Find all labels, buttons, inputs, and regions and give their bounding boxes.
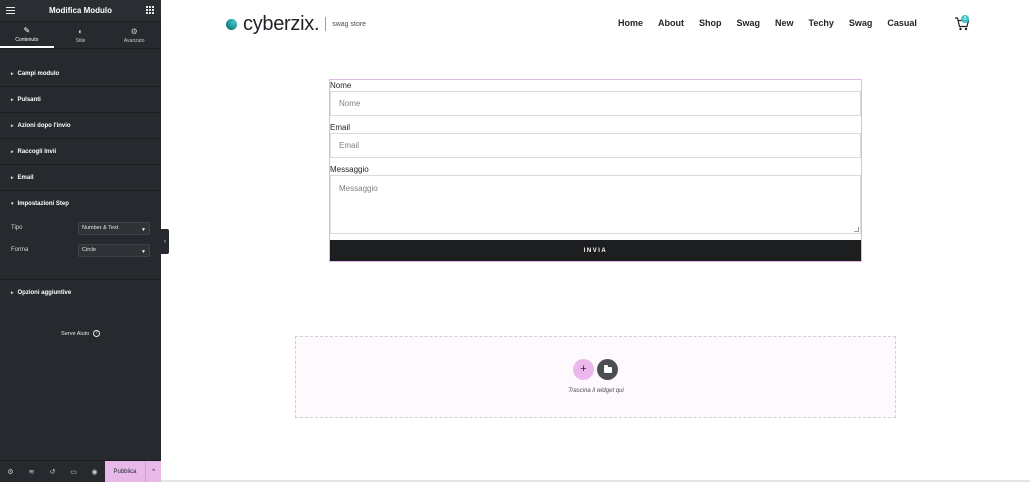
section-raccogli-invii[interactable]: ▸ Raccogli Invii — [0, 139, 161, 165]
tab-label: Stile — [75, 37, 86, 44]
chevron-down-icon: ▼ — [141, 226, 146, 233]
nav-techy[interactable]: Techy — [809, 18, 834, 28]
section-pulsanti[interactable]: ▸ Pulsanti — [0, 87, 161, 113]
forma-value: Circle — [82, 247, 97, 253]
section-label: Azioni dopo l'invio — [17, 122, 71, 129]
email-label: Email — [330, 123, 351, 132]
section-email[interactable]: ▸ Email — [0, 165, 161, 191]
panel-footer: ⚙ ≋ ↺ ▭ ◉ Pubblica ⌃ — [0, 460, 161, 482]
nav-swag[interactable]: Swag — [737, 18, 761, 28]
caret-right-icon: ▸ — [11, 70, 14, 77]
publish-button[interactable]: Pubblica — [105, 461, 145, 482]
question-icon: ? — [92, 330, 100, 337]
help-text: Serve Aiuto — [61, 330, 90, 337]
publish-options-icon[interactable]: ⌃ — [145, 461, 161, 482]
dropzone-text: Trascina il widget qui — [568, 388, 624, 394]
section-label: Opzioni aggiuntive — [17, 290, 72, 296]
section-opzioni-aggiuntive[interactable]: ▸ Opzioni aggiuntive — [0, 280, 161, 306]
section-label: Pulsanti — [17, 96, 41, 103]
control-forma: Forma Circle ▼ — [0, 243, 161, 257]
template-library-button[interactable] — [597, 359, 618, 380]
nav-swag-2[interactable]: Swag — [849, 18, 873, 28]
pencil-icon: ✎ — [23, 25, 31, 35]
form-widget[interactable]: Nome Nome Email Email Messaggio Messaggi… — [329, 79, 862, 262]
editor-app: Modifica Modulo ✎ Contenuto ◐ Stile ⚙ Av… — [0, 0, 1030, 482]
message-field[interactable]: Messaggio — [330, 175, 861, 234]
contrast-icon: ◐ — [78, 26, 83, 36]
section-label: Raccogli Invii — [17, 148, 57, 155]
widgets-grid-icon[interactable] — [146, 6, 154, 14]
name-placeholder: Nome — [339, 99, 361, 108]
resize-handle-icon[interactable] — [854, 227, 859, 232]
caret-down-icon: ▾ — [11, 201, 14, 207]
tipo-label: Tipo — [11, 225, 23, 231]
section-label: Campi modulo — [17, 70, 60, 77]
caret-right-icon: ▸ — [11, 148, 14, 155]
tab-stile[interactable]: ◐ Stile — [54, 23, 108, 48]
message-placeholder: Messaggio — [339, 184, 378, 193]
name-label: Nome — [330, 81, 352, 90]
email-placeholder: Email — [339, 141, 360, 150]
forma-select[interactable]: Circle ▼ — [78, 243, 150, 257]
chevron-down-icon: ▼ — [141, 248, 146, 255]
logo-divider — [325, 17, 327, 31]
caret-right-icon: ▸ — [11, 290, 14, 296]
tipo-select[interactable]: Number & Text ▼ — [78, 221, 150, 235]
nav-casual[interactable]: Casual — [887, 18, 917, 28]
caret-right-icon: ▸ — [11, 122, 14, 129]
caret-right-icon: ▸ — [11, 96, 14, 103]
submit-button[interactable]: INVIA — [330, 240, 861, 261]
name-field[interactable]: Nome — [330, 91, 861, 116]
tab-label: Avanzato — [123, 37, 145, 44]
logo-subtitle: swag store — [332, 20, 367, 28]
email-field[interactable]: Email — [330, 133, 861, 158]
caret-right-icon: ▸ — [11, 174, 14, 181]
settings-icon[interactable]: ⚙ — [0, 461, 21, 482]
logo-text: cyberzix. — [243, 12, 320, 35]
responsive-icon[interactable]: ▭ — [63, 461, 84, 482]
section-impostazioni-step[interactable]: ▾ Impostazioni Step — [0, 191, 161, 217]
panel-title: Modifica Modulo — [48, 6, 113, 15]
cart-count-badge: 0 — [961, 15, 969, 23]
section-label: Email — [17, 174, 34, 181]
control-tipo: Tipo Number & Text ▼ — [0, 221, 161, 235]
section-campi-modulo[interactable]: ▸ Campi modulo — [0, 61, 161, 87]
add-section-button[interactable]: + — [573, 359, 594, 380]
section-azioni-dopo-invio[interactable]: ▸ Azioni dopo l'invio — [0, 113, 161, 139]
panel-tabs: ✎ Contenuto ◐ Stile ⚙ Avanzato — [0, 23, 161, 49]
main-nav: Home About Shop Swag New Techy Swag Casu… — [618, 18, 932, 28]
preview-eye-icon[interactable]: ◉ — [84, 461, 105, 482]
section-label: Impostazioni Step — [17, 201, 69, 207]
gear-icon: ⚙ — [130, 26, 138, 36]
menu-icon[interactable] — [6, 7, 15, 14]
nav-about[interactable]: About — [658, 18, 684, 28]
layers-icon[interactable]: ≋ — [21, 461, 42, 482]
site-logo[interactable]: cyberzix. swag store — [226, 12, 366, 36]
tab-label: Contenuto — [15, 36, 39, 43]
tipo-value: Number & Text — [82, 225, 119, 231]
widget-dropzone[interactable]: + Trascina il widget qui — [295, 336, 896, 418]
collapse-panel-icon[interactable]: ‹ — [161, 229, 169, 254]
tab-avanzato[interactable]: ⚙ Avanzato — [107, 23, 161, 48]
history-icon[interactable]: ↺ — [42, 461, 63, 482]
tab-contenuto[interactable]: ✎ Contenuto — [0, 23, 54, 48]
nav-shop[interactable]: Shop — [699, 18, 722, 28]
forma-label: Forma — [11, 247, 29, 253]
nav-new[interactable]: New — [775, 18, 794, 28]
help-link[interactable]: Serve Aiuto ? — [0, 330, 161, 337]
nav-home[interactable]: Home — [618, 18, 643, 28]
editor-panel: Modifica Modulo ✎ Contenuto ◐ Stile ⚙ Av… — [0, 0, 161, 482]
logo-mark-icon — [226, 18, 237, 30]
panel-header: Modifica Modulo — [0, 0, 161, 22]
folder-icon — [603, 364, 612, 373]
message-label: Messaggio — [330, 165, 369, 174]
